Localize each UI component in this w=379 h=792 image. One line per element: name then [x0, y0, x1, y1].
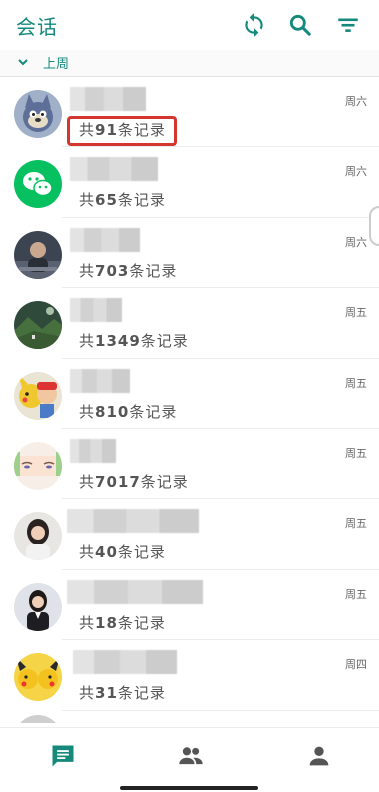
- record-count: 共1349条记录: [79, 332, 189, 351]
- record-count: 共31条记录: [79, 684, 166, 703]
- person-photo-avatar: [14, 230, 62, 279]
- filter-icon[interactable]: [335, 12, 361, 38]
- list-item[interactable]: 共40条记录 周五: [0, 499, 379, 570]
- last-active-day: 周六: [345, 95, 367, 108]
- list-item[interactable]: 共7017条记录 周五: [0, 429, 379, 500]
- contacts-icon[interactable]: [177, 742, 205, 770]
- list-item[interactable]: 共65条记录 周六: [0, 147, 379, 218]
- contact-name-redacted: [70, 298, 122, 323]
- last-active-day: 周五: [345, 517, 367, 531]
- record-count: 共65条记录: [79, 191, 166, 210]
- list-item[interactable]: 共18条记录 周五: [0, 570, 379, 641]
- contact-name-redacted: [70, 227, 140, 252]
- anime-face-avatar: [14, 441, 62, 490]
- list-item[interactable]: 共91条记录 周六: [0, 77, 379, 148]
- woman-photo-avatar: [14, 512, 62, 561]
- contact-name-redacted: [70, 157, 158, 182]
- list-item[interactable]: 共31条记录 周四: [0, 640, 379, 711]
- app-bar: 会话: [0, 0, 379, 51]
- record-count: 共703条记录: [79, 261, 178, 280]
- contact-name-redacted: [70, 87, 146, 111]
- record-count: 共18条记录: [79, 613, 166, 632]
- profile-icon[interactable]: [305, 742, 333, 770]
- list-item[interactable]: 共1349条记录 周五: [0, 288, 379, 359]
- list-item[interactable]: 共703条记录 周六: [0, 218, 379, 289]
- chat-icon[interactable]: [49, 742, 77, 770]
- contact-name-redacted: [70, 368, 130, 393]
- pikachu-group-avatar: [14, 653, 62, 702]
- chevron-down-icon: [18, 59, 28, 66]
- search-icon[interactable]: [287, 12, 313, 38]
- last-active-day: 周五: [345, 376, 367, 390]
- list-item[interactable]: 共810条记录 周五: [0, 359, 379, 429]
- section-header[interactable]: 上周: [0, 50, 379, 77]
- record-count: 共810条记录: [79, 402, 178, 421]
- edge-drag-handle[interactable]: [369, 206, 379, 246]
- last-active-day: 周四: [345, 658, 367, 672]
- contact-name-redacted: [67, 579, 203, 604]
- woman-suit-avatar: [14, 582, 62, 631]
- last-active-day: 周五: [345, 446, 367, 460]
- highlight-box: [67, 116, 177, 146]
- wechat-avatar: [14, 160, 62, 209]
- sync-icon[interactable]: [241, 12, 267, 38]
- bottom-nav: [0, 727, 379, 792]
- last-active-day: 周六: [345, 165, 367, 179]
- last-active-day: 周五: [345, 306, 367, 320]
- last-active-day: 周六: [345, 235, 367, 249]
- section-label: 上周: [43, 57, 70, 72]
- cartoon-cat-avatar: [14, 90, 62, 138]
- last-active-day: 周五: [345, 587, 367, 601]
- conversation-list: 共91条记录 周六 共65条记录 周六 共703条记录 周六 共1349条记录 …: [0, 77, 379, 723]
- record-count: 共40条记录: [79, 543, 166, 562]
- record-count: 共7017条记录: [79, 472, 189, 491]
- partial-avatar: [14, 714, 62, 723]
- cartoon-pikachu-avatar: [14, 371, 62, 420]
- contact-name-redacted: [67, 509, 199, 534]
- contact-name-redacted: [70, 438, 116, 463]
- contact-name-redacted: [73, 650, 177, 675]
- landscape-avatar: [14, 301, 62, 350]
- home-indicator: [120, 786, 258, 790]
- page-title: 会话: [16, 15, 58, 39]
- list-item[interactable]: [0, 711, 379, 723]
